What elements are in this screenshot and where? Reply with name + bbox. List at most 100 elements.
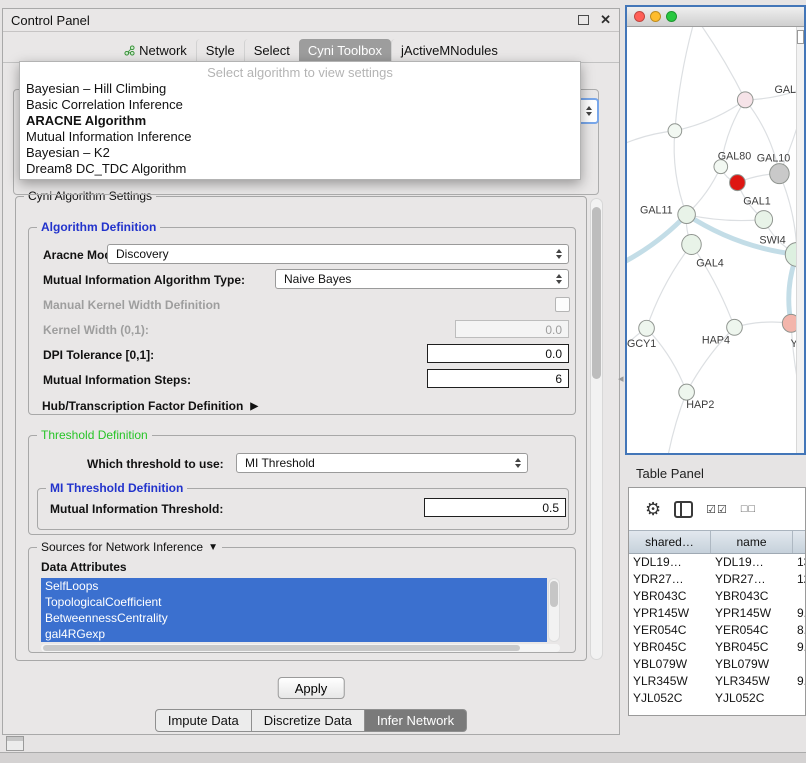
network-node[interactable] (682, 235, 702, 255)
table-cell: 9. (793, 673, 806, 690)
network-node[interactable] (727, 319, 743, 335)
network-window-titlebar[interactable] (627, 7, 804, 27)
bottom-tab-discretize-data[interactable]: Discretize Data (252, 709, 365, 732)
tab-select[interactable]: Select (244, 39, 299, 62)
close-window-icon[interactable]: ✕ (600, 15, 611, 25)
which-threshold-value: MI Threshold (245, 456, 315, 470)
attributes-vertical-scrollbar[interactable] (548, 578, 560, 642)
table-cell (793, 656, 806, 673)
tab-network[interactable]: Network (115, 39, 196, 62)
mi-threshold-field[interactable]: 0.5 (424, 498, 566, 517)
kernel-width-field[interactable]: 0.0 (455, 320, 569, 338)
dropdown-items: Bayesian – Hill ClimbingBasic Correlatio… (20, 81, 580, 177)
algorithm-option-bayesian-k2[interactable]: Bayesian – K2 (20, 145, 580, 161)
zoom-traffic-light[interactable] (666, 11, 677, 22)
mi-steps-field[interactable]: 6 (427, 369, 569, 388)
data-attributes-label: Data Attributes (41, 560, 127, 574)
float-window-icon[interactable] (578, 15, 589, 25)
status-bar (0, 752, 806, 763)
hub-definition-label: Hub/Transcription Factor Definition (42, 399, 243, 413)
control-panel-titlebar: Control Panel ✕ (3, 9, 619, 32)
network-edge (666, 392, 687, 453)
network-node[interactable] (668, 124, 682, 138)
settings-vertical-scrollbar[interactable] (590, 198, 603, 660)
attribute-item-selfloops[interactable]: SelfLoops (41, 578, 547, 594)
attributes-horizontal-scrollbar[interactable] (41, 644, 560, 652)
network-scroll-button[interactable] (797, 30, 804, 44)
algorithm-definition-title: Algorithm Definition (37, 220, 160, 234)
algorithm-option-bayesian-hill-climbing[interactable]: Bayesian – Hill Climbing (20, 81, 580, 97)
algorithm-option-dream8-dc-tdc-algorithm[interactable]: Dream8 DC_TDC Algorithm (20, 161, 580, 177)
mi-type-combobox[interactable]: Naive Bayes (275, 269, 569, 289)
collapse-down-icon[interactable]: ▼ (208, 542, 218, 553)
which-threshold-combobox[interactable]: MI Threshold (236, 453, 528, 473)
sources-toggle[interactable]: Sources for Network Inference ▼ (37, 540, 222, 554)
column-header-shared[interactable]: shared… (629, 531, 711, 553)
manual-kernel-checkbox[interactable] (555, 297, 570, 312)
network-node[interactable] (678, 206, 696, 224)
gear-icon[interactable]: ⚙ (645, 499, 661, 520)
table-row[interactable]: YER054CYER054C8. (629, 622, 805, 639)
tab-label: Cyni Toolbox (308, 43, 382, 58)
tab-style[interactable]: Style (196, 39, 244, 62)
deselect-all-icon[interactable]: □□ (741, 503, 756, 515)
table-row[interactable]: YDL19…YDL19…13 (629, 554, 805, 571)
table-row[interactable]: YLR345WYLR345W9. (629, 673, 805, 690)
table-cell: YBR045C (629, 639, 711, 656)
network-node[interactable] (730, 175, 746, 191)
mi-threshold-definition-group: MI Threshold Definition Mutual Informati… (37, 488, 569, 530)
algorithm-option-aracne-algorithm[interactable]: ARACNE Algorithm (20, 113, 580, 129)
column-header-name[interactable]: name (711, 531, 793, 553)
table-row[interactable]: YBL079WYBL079W (629, 656, 805, 673)
aracne-mode-combobox[interactable]: Discovery (107, 244, 569, 264)
which-threshold-label: Which threshold to use: (87, 457, 224, 471)
network-node[interactable] (770, 164, 790, 184)
table-row[interactable]: YJL052CYJL052C (629, 690, 805, 707)
attribute-item-topologicalcoefficient[interactable]: TopologicalCoefficient (41, 594, 547, 610)
network-edge (627, 215, 687, 267)
attribute-item-gal4rgexp[interactable]: gal4RGexp (41, 626, 547, 642)
mi-steps-label: Mutual Information Steps: (43, 373, 191, 387)
table-row[interactable]: YBR045CYBR045C9. (629, 639, 805, 656)
bottom-tab-impute-data[interactable]: Impute Data (155, 709, 252, 732)
tab-cyni-toolbox[interactable]: Cyni Toolbox (299, 39, 391, 62)
network-node[interactable] (679, 384, 695, 400)
network-node[interactable] (755, 211, 773, 229)
node-label: HAP2 (686, 399, 714, 411)
expand-right-icon[interactable]: ▶ (250, 401, 258, 412)
network-node[interactable] (782, 314, 797, 332)
collapse-left-icon[interactable]: ◂ (618, 372, 624, 385)
mi-type-value: Naive Bayes (284, 272, 351, 286)
bottom-tab-infer-network[interactable]: Infer Network (365, 709, 467, 732)
hub-definition-toggle[interactable]: Hub/Transcription Factor Definition ▶ (42, 399, 258, 413)
network-node[interactable] (639, 320, 655, 336)
cyni-algorithm-settings-group: Cyni Algorithm Settings Algorithm Defini… (15, 196, 587, 661)
combo-stepper-icon (556, 249, 562, 259)
tab-jactivemnodules[interactable]: jActiveMNodules (391, 39, 507, 62)
select-all-icon[interactable]: ☑☑ (706, 503, 728, 516)
apply-button[interactable]: Apply (278, 677, 345, 699)
column-selector-icon[interactable] (674, 501, 693, 518)
minimize-traffic-light[interactable] (650, 11, 661, 22)
table-cell: YLR345W (629, 673, 711, 690)
algorithm-option-mutual-information-inference[interactable]: Mutual Information Inference (20, 129, 580, 145)
table-cell (793, 690, 806, 707)
tab-label: Select (254, 43, 290, 58)
table-cell: 9. (793, 639, 806, 656)
table-row[interactable]: YPR145WYPR145W9. (629, 605, 805, 622)
column-header-extra[interactable] (793, 531, 806, 553)
network-node[interactable] (737, 92, 753, 108)
table-row[interactable]: YDR27…YDR27…12 (629, 571, 805, 588)
network-edge (674, 131, 686, 215)
network-canvas[interactable]: GALGAL80GAL10GAL11GAL1SWI4GAL4GCY1HAP4YH… (627, 27, 804, 453)
attribute-item-betweennesscentrality[interactable]: BetweennessCentrality (41, 610, 547, 626)
dpi-tolerance-field[interactable]: 0.0 (427, 344, 569, 363)
close-traffic-light[interactable] (634, 11, 645, 22)
table-row[interactable]: YBR043CYBR043C (629, 588, 805, 605)
network-vertical-scrollbar[interactable] (796, 27, 804, 453)
network-edge (675, 100, 745, 131)
tab-label: Network (139, 43, 187, 58)
data-attributes-list[interactable]: SelfLoopsTopologicalCoefficientBetweenne… (41, 578, 547, 642)
algorithm-option-basic-correlation-inference[interactable]: Basic Correlation Inference (20, 97, 580, 113)
minimized-panel-icon[interactable] (6, 736, 24, 751)
